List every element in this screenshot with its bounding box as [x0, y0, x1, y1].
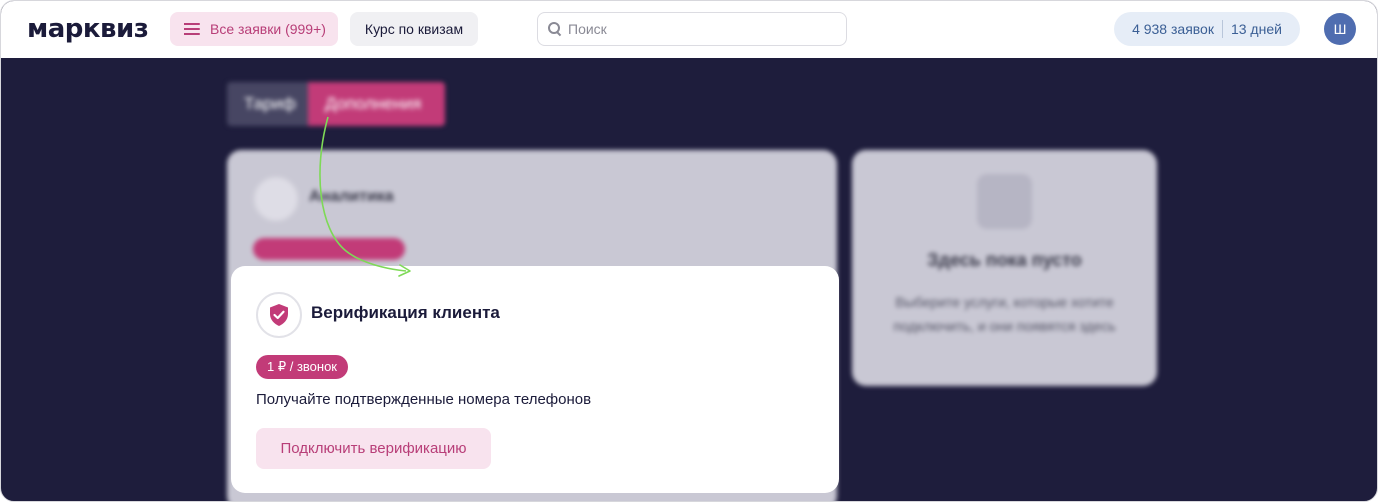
analytics-price-badge: [253, 238, 405, 260]
analytics-icon: [253, 176, 299, 222]
search-icon: [548, 22, 562, 36]
cart-icon: [977, 174, 1032, 229]
all-requests-label: Все заявки (999+): [210, 21, 326, 37]
cart-card: Здесь пока пусто Выберите услуги, которы…: [852, 150, 1157, 386]
account-stats-badge[interactable]: 4 938 заявок 13 дней: [1114, 12, 1300, 46]
verification-price-badge: 1 ₽ / звонок: [256, 355, 348, 379]
verification-icon-wrap: [256, 292, 302, 338]
analytics-title: Аналитика: [309, 188, 394, 205]
logo[interactable]: марквиз: [27, 14, 149, 44]
search-input[interactable]: [568, 21, 838, 37]
tab-addons[interactable]: Дополнения: [308, 82, 445, 126]
tab-tariff[interactable]: Тариф: [227, 82, 308, 126]
quiz-course-button[interactable]: Курс по квизам: [350, 12, 478, 46]
list-icon: [184, 23, 200, 35]
app-window: марквиз Все заявки (999+) Курс по квизам…: [0, 0, 1378, 502]
verification-title: Верификация клиента: [311, 303, 500, 322]
connect-verification-button[interactable]: Подключить верификацию: [256, 428, 491, 469]
stats-divider: [1221, 20, 1223, 38]
search-box[interactable]: [537, 12, 847, 46]
tariff-tabs: Тариф Дополнения: [227, 82, 445, 126]
verification-card: Верификация клиента 1 ₽ / звонок Получай…: [231, 266, 839, 493]
top-header: марквиз Все заявки (999+) Курс по квизам…: [1, 1, 1377, 58]
empty-cart-text: Выберите услуги, которые хотите подключи…: [893, 294, 1116, 334]
user-avatar[interactable]: Ш: [1324, 13, 1356, 45]
all-requests-button[interactable]: Все заявки (999+): [170, 12, 338, 46]
verification-description: Получайте подтвержденные номера телефоно…: [256, 391, 592, 408]
requests-count: 4 938 заявок: [1132, 21, 1214, 37]
empty-cart-title: Здесь пока пусто: [927, 250, 1082, 270]
shield-check-icon: [270, 304, 288, 326]
days-left: 13 дней: [1230, 21, 1282, 37]
